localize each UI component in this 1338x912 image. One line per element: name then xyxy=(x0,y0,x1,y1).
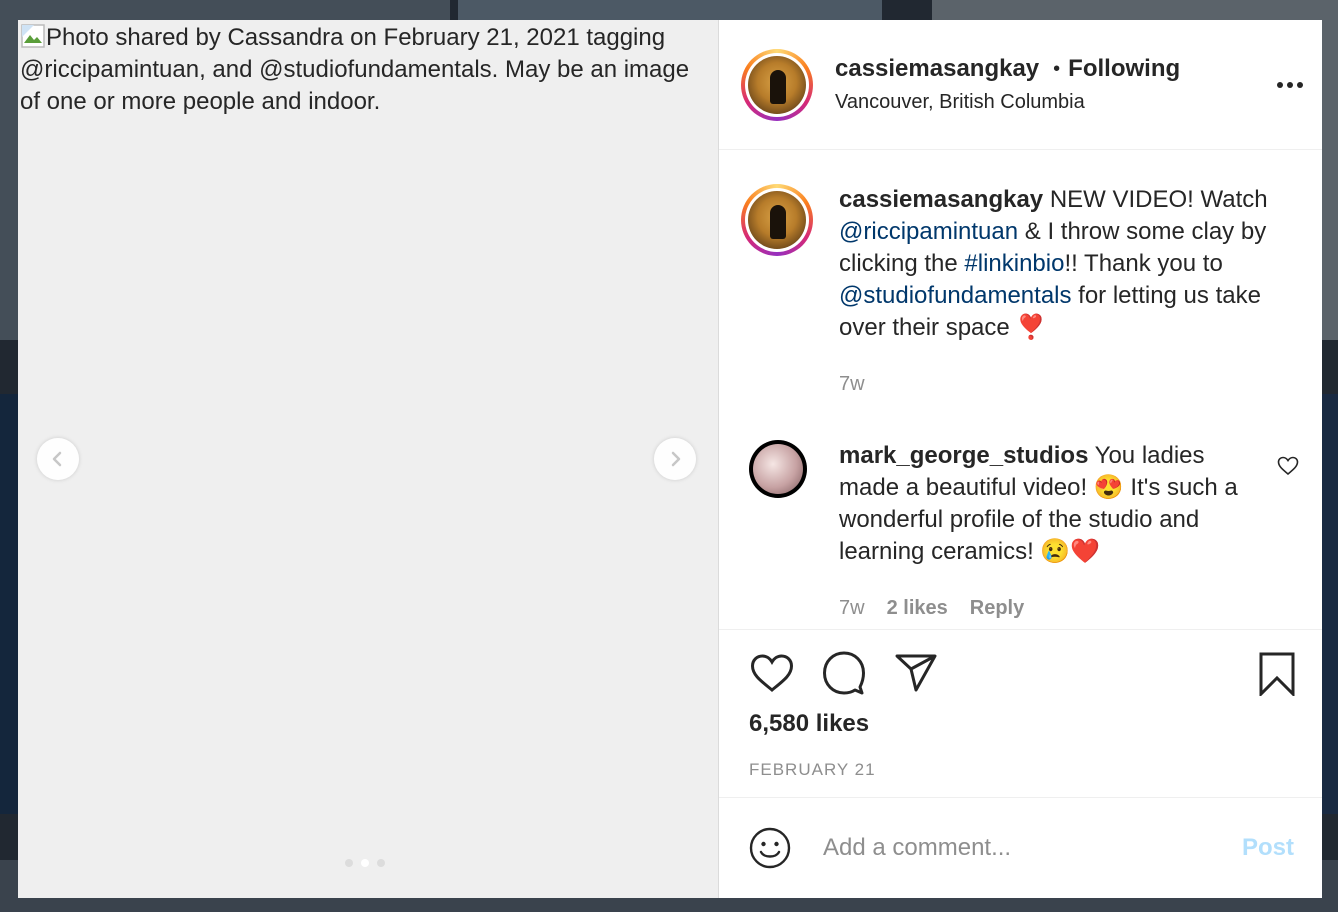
next-slide-button[interactable] xyxy=(654,438,696,480)
post-comment-button[interactable]: Post xyxy=(1242,834,1294,862)
slide-dot-active xyxy=(361,859,369,867)
previous-slide-button[interactable] xyxy=(37,438,79,480)
emoji-smiley-icon[interactable] xyxy=(749,827,791,869)
caption-avatar[interactable] xyxy=(741,184,813,256)
post-image: Photo shared by Cassandra on February 21… xyxy=(20,22,710,118)
heart-icon xyxy=(750,654,794,692)
comment-input[interactable] xyxy=(821,833,1242,863)
comment-item: mark_george_studios You ladies made a be… xyxy=(741,440,1300,624)
caption-text: !! Thank you to xyxy=(1064,250,1223,277)
comment-bubble-icon xyxy=(823,651,865,695)
chevron-right-icon xyxy=(671,451,681,467)
broken-image-icon xyxy=(21,24,45,48)
caption-username[interactable]: cassiemasangkay xyxy=(839,186,1043,213)
emoji-group: 😢❤️ xyxy=(1040,538,1101,565)
chevron-left-icon xyxy=(52,451,62,467)
comment-likes[interactable]: 2 likes xyxy=(887,592,948,624)
caption-timestamp[interactable]: 7w xyxy=(839,368,1299,400)
comment-button[interactable] xyxy=(821,650,867,696)
add-comment-bar: Post xyxy=(719,797,1322,898)
caption: cassiemasangkay NEW VIDEO! Watch @riccip… xyxy=(741,184,1300,400)
post-location[interactable]: Vancouver, British Columbia xyxy=(835,91,1180,114)
post-header: cassiemasangkay • Following Vancouver, B… xyxy=(719,20,1322,150)
commenter-username[interactable]: mark_george_studios xyxy=(839,442,1088,469)
mention-link[interactable]: @riccipamintuan xyxy=(839,218,1018,245)
like-button[interactable] xyxy=(749,650,795,696)
heart-eyes-emoji: 😍 xyxy=(1093,474,1124,501)
share-button[interactable] xyxy=(893,650,939,696)
reply-button[interactable]: Reply xyxy=(970,592,1024,624)
commenter-avatar[interactable] xyxy=(749,440,807,498)
author-avatar[interactable] xyxy=(741,48,813,121)
like-comment-heart-icon[interactable] xyxy=(1276,454,1300,478)
slide-dot xyxy=(377,859,385,867)
caption-text: NEW VIDEO! Watch xyxy=(1043,186,1268,213)
separator-dot: • xyxy=(1053,57,1061,80)
heart-exclamation-emoji: ❣️ xyxy=(1016,314,1047,341)
post-actions: 6,580 likes FEBRUARY 21 xyxy=(719,629,1322,797)
comment-timestamp[interactable]: 7w xyxy=(839,592,865,624)
bookmark-icon xyxy=(1259,652,1295,698)
post-dialog: Photo shared by Cassandra on February 21… xyxy=(18,20,1322,898)
author-username[interactable]: cassiemasangkay xyxy=(835,55,1039,83)
slide-dot xyxy=(345,859,353,867)
like-count[interactable]: 6,580 likes xyxy=(749,710,1294,738)
post-media: Photo shared by Cassandra on February 21… xyxy=(18,20,719,898)
save-button[interactable] xyxy=(1258,652,1296,701)
slide-indicator xyxy=(345,859,385,867)
post-date[interactable]: FEBRUARY 21 xyxy=(749,760,1294,780)
post-sidebar: cassiemasangkay • Following Vancouver, B… xyxy=(719,20,1322,898)
comments-area[interactable]: cassiemasangkay NEW VIDEO! Watch @riccip… xyxy=(719,150,1322,629)
more-options-icon[interactable] xyxy=(1272,70,1308,100)
image-alt-text: Photo shared by Cassandra on February 21… xyxy=(20,24,690,115)
mention-link[interactable]: @studiofundamentals xyxy=(839,282,1072,309)
hashtag-link[interactable]: #linkinbio xyxy=(964,250,1064,277)
following-button[interactable]: Following xyxy=(1068,55,1180,83)
paper-plane-icon xyxy=(895,654,937,692)
